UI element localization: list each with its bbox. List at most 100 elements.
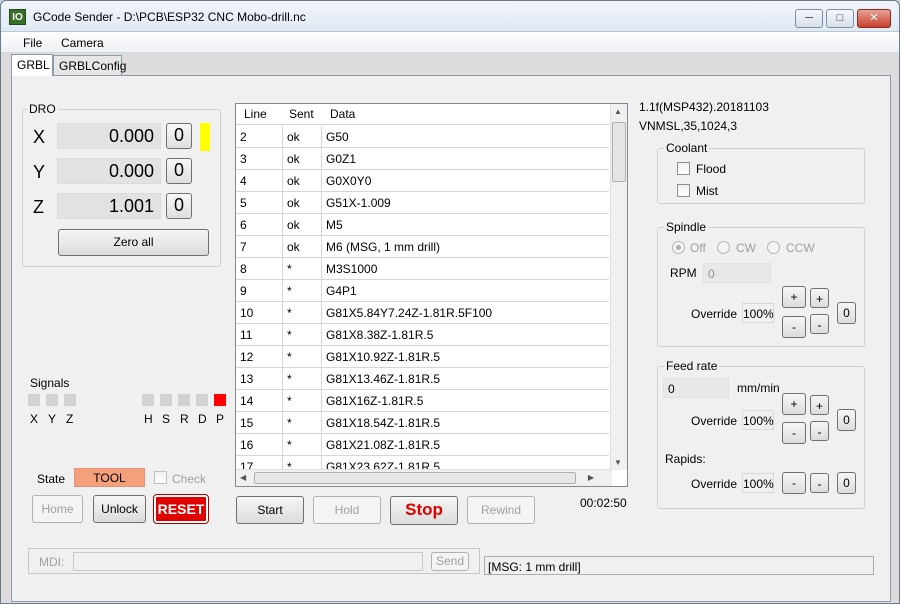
col-sent-header[interactable]: Sent (289, 107, 314, 121)
cell-sent: ok (287, 196, 300, 210)
restore-button[interactable]: □ (826, 9, 854, 28)
zero-z-button[interactable]: 0 (166, 193, 192, 219)
column-separator (321, 412, 322, 434)
table-row[interactable]: 12 * G81X10.92Z-1.81R.5 (236, 346, 609, 368)
column-separator (321, 390, 322, 412)
unlock-button[interactable]: Unlock (93, 495, 146, 523)
reset-button[interactable]: RESET (153, 494, 209, 524)
table-row[interactable]: 4 ok G0X0Y0 (236, 170, 609, 192)
app-icon: IO (9, 9, 26, 25)
column-separator (282, 214, 283, 236)
rapids-reset-button[interactable]: 0 (837, 472, 856, 494)
cell-sent: ok (287, 152, 300, 166)
cell-sent: ok (287, 174, 300, 188)
spindle-group: Spindle Off CW CCW RPM 0 Override 100% +… (657, 220, 865, 347)
table-row[interactable]: 3 ok G0Z1 (236, 148, 609, 170)
signal-y-indicator (46, 394, 58, 406)
table-row[interactable]: 15 * G81X18.54Z-1.81R.5 (236, 412, 609, 434)
grid-header: Line Sent Data (236, 104, 609, 125)
feed-override-label: Override (691, 414, 738, 428)
col-data-header[interactable]: Data (330, 107, 355, 121)
spindle-reset-button[interactable]: 0 (837, 302, 856, 324)
table-row[interactable]: 16 * G81X21.08Z-1.81R.5 (236, 434, 609, 456)
firmware-options: VNMSL,35,1024,3 (639, 119, 738, 133)
flood-checkbox[interactable] (677, 162, 690, 175)
cell-line: 8 (240, 262, 247, 276)
minimize-button[interactable]: ─ (795, 9, 823, 28)
cell-data: G81X18.54Z-1.81R.5 (326, 416, 441, 430)
check-mode-checkbox[interactable] (154, 471, 167, 484)
table-row[interactable]: 6 ok M5 (236, 214, 609, 236)
cell-sent: * (287, 372, 292, 386)
grid-vertical-scrollbar[interactable]: ▲ ▼ (610, 104, 627, 470)
column-separator (282, 170, 283, 192)
cell-line: 3 (240, 152, 247, 166)
rapids-override-label: Override (691, 477, 738, 491)
title-bar[interactable]: IO GCode Sender - D:\PCB\ESP32 CNC Mobo-… (1, 1, 899, 32)
home-button[interactable]: Home (32, 495, 83, 523)
signal-z-label: Z (66, 412, 74, 426)
col-line-header[interactable]: Line (244, 107, 267, 121)
grid-horizontal-scrollbar[interactable]: ◀ ▶ (236, 469, 612, 486)
send-button[interactable]: Send (431, 552, 469, 571)
scroll-thumb-h[interactable] (254, 472, 576, 484)
feed-minus-button[interactable]: - (782, 422, 806, 444)
table-row[interactable]: 9 * G4P1 (236, 280, 609, 302)
scroll-right-icon[interactable]: ▶ (588, 473, 594, 482)
zero-all-button[interactable]: Zero all (58, 229, 209, 256)
scroll-thumb-v[interactable] (612, 122, 626, 182)
feed-minus-fine-button[interactable]: - (810, 421, 829, 441)
scroll-up-icon[interactable]: ▲ (614, 107, 622, 116)
column-separator (282, 434, 283, 456)
column-separator (282, 126, 283, 148)
axis-x-label: X (33, 127, 46, 147)
cell-data: G0Z1 (326, 152, 357, 166)
table-row[interactable]: 11 * G81X8.38Z-1.81R.5 (236, 324, 609, 346)
feed-value: 0 (663, 378, 729, 398)
menu-file[interactable]: File (23, 36, 42, 50)
rpm-field[interactable]: 0 (703, 263, 771, 283)
cell-data: G51X-1.009 (326, 196, 391, 210)
scroll-down-icon[interactable]: ▼ (614, 458, 622, 467)
scroll-left-icon[interactable]: ◀ (240, 473, 246, 482)
spindle-plus-fine-button[interactable]: + (810, 288, 829, 308)
spindle-off-radio[interactable] (672, 241, 685, 254)
hold-button[interactable]: Hold (313, 496, 381, 524)
table-row[interactable]: 13 * G81X13.46Z-1.81R.5 (236, 368, 609, 390)
rewind-button[interactable]: Rewind (467, 496, 535, 524)
rapids-minus-fine-button[interactable]: - (810, 473, 829, 493)
zero-y-button[interactable]: 0 (166, 158, 192, 184)
tab-grbl[interactable]: GRBL (11, 54, 53, 76)
start-button[interactable]: Start (236, 496, 304, 524)
axis-z-label: Z (33, 197, 44, 217)
table-row[interactable]: 8 * M3S1000 (236, 258, 609, 280)
spindle-cw-radio[interactable] (717, 241, 730, 254)
table-row[interactable]: 14 * G81X16Z-1.81R.5 (236, 390, 609, 412)
feed-reset-button[interactable]: 0 (837, 409, 856, 431)
table-row[interactable]: 10 * G81X5.84Y7.24Z-1.81R.5F100 (236, 302, 609, 324)
spindle-minus-button[interactable]: - (782, 316, 806, 338)
table-row[interactable]: 5 ok G51X-1.009 (236, 192, 609, 214)
rapids-minus-button[interactable]: - (782, 472, 806, 494)
feed-plus-fine-button[interactable]: + (810, 395, 829, 415)
feed-unit: mm/min (737, 381, 780, 395)
spindle-minus-fine-button[interactable]: - (810, 314, 829, 334)
spindle-ccw-radio[interactable] (767, 241, 780, 254)
column-separator (282, 236, 283, 258)
zero-x-button[interactable]: 0 (166, 123, 192, 149)
feed-label: Feed rate (664, 359, 720, 373)
table-row[interactable]: 2 ok G50 (236, 126, 609, 148)
feed-plus-button[interactable]: + (782, 393, 806, 415)
mist-checkbox[interactable] (677, 184, 690, 197)
close-button[interactable]: ✕ (857, 9, 891, 28)
gcode-grid[interactable]: Line Sent Data 2 ok G50 3 ok G0Z1 4 ok G0X0Y0 5 ok… (235, 103, 628, 487)
menu-camera[interactable]: Camera (61, 36, 104, 50)
mdi-input[interactable] (73, 552, 423, 571)
signal-x-indicator (28, 394, 40, 406)
table-row[interactable]: 7 ok M6 (MSG, 1 mm drill) (236, 236, 609, 258)
stop-button[interactable]: Stop (390, 496, 458, 525)
cell-data: M6 (MSG, 1 mm drill) (326, 240, 440, 254)
spindle-plus-button[interactable]: + (782, 286, 806, 308)
tab-grblconfig[interactable]: GRBLConfig (53, 55, 126, 76)
feed-override-value: 100% (742, 410, 774, 430)
